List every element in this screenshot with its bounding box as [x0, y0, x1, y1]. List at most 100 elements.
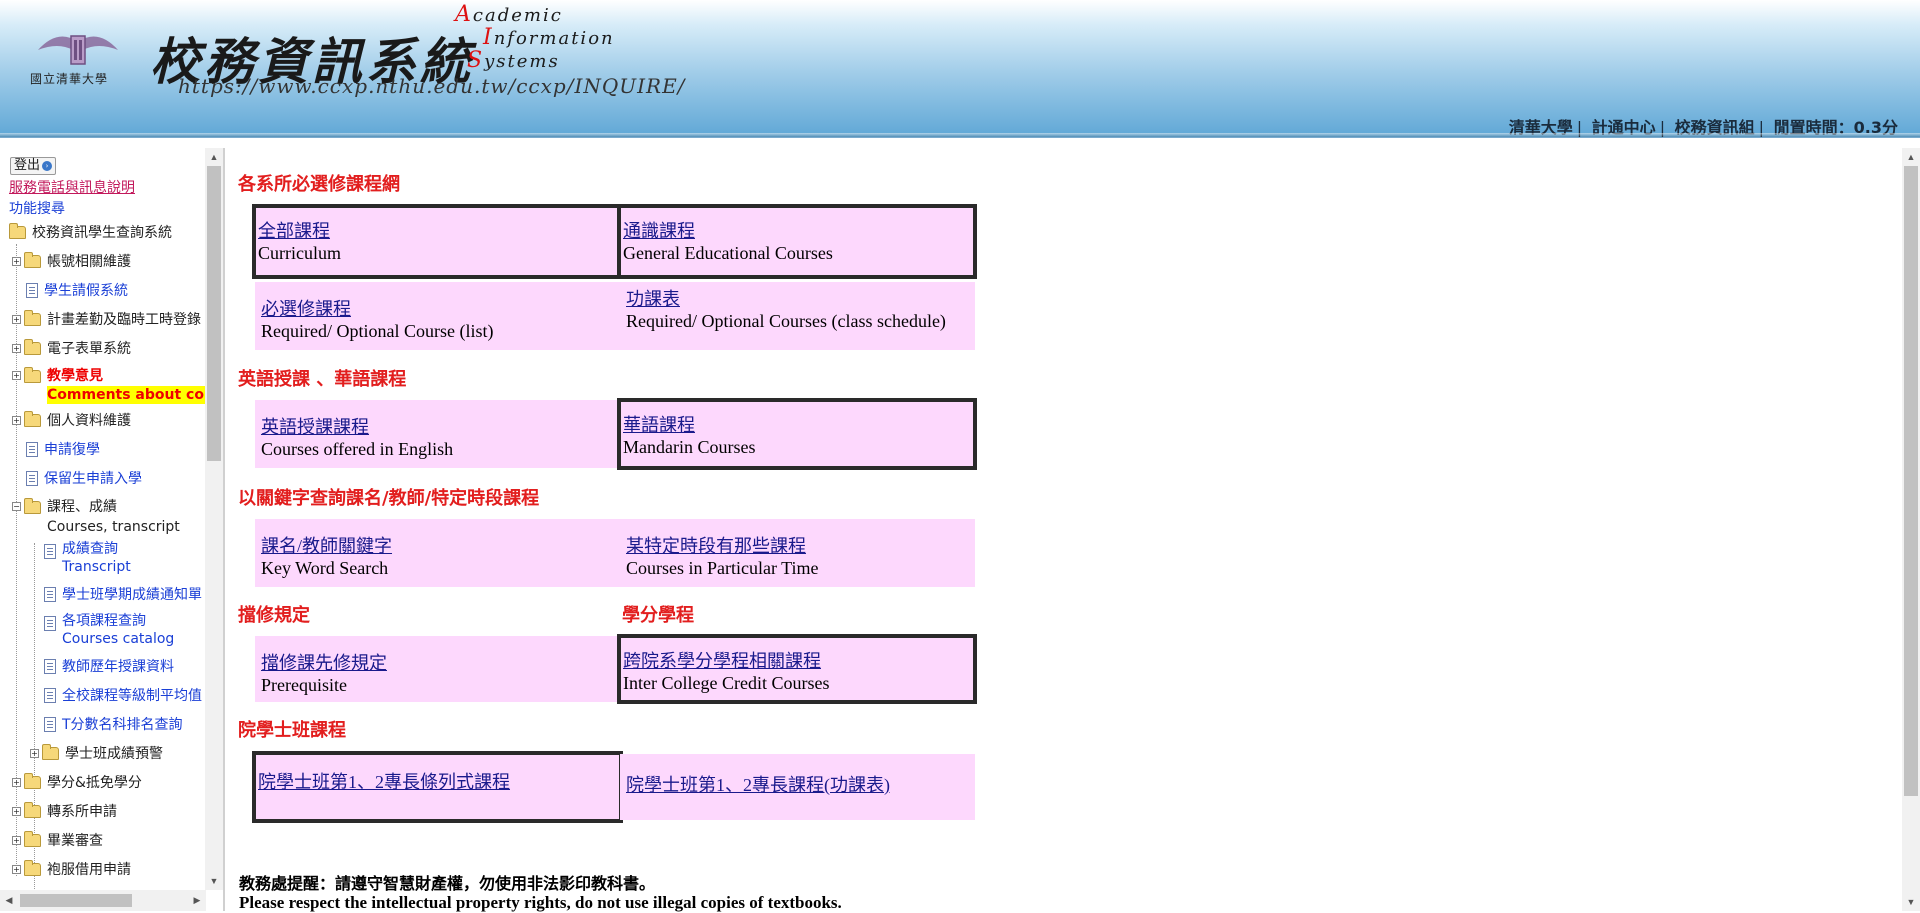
cell-keyword-search: 課名/教師關鍵字 Key Word Search	[255, 519, 620, 587]
sidebar-item-reinstatement[interactable]: 申請復學	[26, 439, 100, 459]
expand-icon[interactable]: +	[12, 256, 21, 266]
folder-open-icon	[9, 222, 26, 239]
cell-general-courses: 通識課程 General Educational Courses	[617, 204, 977, 279]
class-schedule-link[interactable]: 功課表	[626, 288, 971, 310]
logout-button[interactable]: 登出 ›	[10, 157, 57, 175]
link-nthu[interactable]: 清華大學	[1509, 118, 1573, 137]
folder-icon	[24, 410, 41, 427]
top-links: 清華大學 | 計通中心 | 校務資訊組 | 閒置時間：0.3分	[1508, 118, 1898, 137]
scroll-right-icon[interactable]: ▶	[188, 890, 206, 911]
sidebar-item-account[interactable]: + 帳號相關維護	[12, 251, 131, 271]
mandarin-courses-link[interactable]: 華語課程	[623, 414, 971, 436]
section-title-prerequisite: 擋修規定	[238, 605, 310, 626]
sidebar-item-gown[interactable]: + 袍服借用申請	[12, 859, 131, 879]
required-list-link[interactable]: 必選修課程	[261, 298, 616, 320]
collapse-icon[interactable]: −	[12, 502, 21, 511]
english-courses-link[interactable]: 英語授課課程	[261, 416, 616, 438]
sidebar-item-courses[interactable]: − 課程、成績 Courses, transcript	[12, 497, 180, 539]
folder-icon	[24, 859, 41, 876]
document-icon	[26, 282, 38, 298]
sidebar: 登出 › 服務電話與訊息說明 功能搜尋 校務資訊學生查詢系統 + 帳號相關維護 學…	[0, 148, 225, 911]
college-list-link[interactable]: 院學士班第1、2專長條列式課程	[258, 771, 617, 793]
scroll-thumb[interactable]	[20, 894, 132, 907]
sidebar-item-personal-info[interactable]: + 個人資料維護	[12, 410, 131, 430]
document-icon	[44, 716, 56, 732]
logo-caption: 國立清華大學	[30, 72, 109, 86]
scroll-thumb[interactable]	[207, 166, 221, 461]
function-search-link[interactable]: 功能搜尋	[9, 198, 65, 218]
folder-icon	[24, 251, 41, 268]
general-courses-link[interactable]: 通識課程	[623, 220, 971, 242]
main-vertical-scrollbar[interactable]: ▲ ▼	[1902, 148, 1920, 911]
sidebar-item-graduation[interactable]: + 畢業審查	[12, 830, 103, 850]
expand-icon[interactable]: +	[12, 777, 21, 787]
expand-icon[interactable]: +	[12, 314, 21, 324]
cell-inter-college: 跨院系學分學程相關課程 Inter College Credit Courses	[617, 634, 977, 704]
cell-prerequisite: 擋修課先修規定 Prerequisite	[255, 636, 620, 702]
sidebar-subitem-transcript[interactable]: 成績查詢 Transcript	[44, 540, 131, 580]
notice-copyright-cn: 教務處提醒：請遵守智慧財產權，勿使用非法影印教科書。	[239, 874, 656, 893]
link-info-division[interactable]: 校務資訊組	[1675, 118, 1755, 137]
sidebar-subitem-grade-notice[interactable]: 學士班學期成績通知單	[44, 584, 202, 604]
scroll-thumb[interactable]	[1904, 166, 1918, 796]
prerequisite-link[interactable]: 擋修課先修規定	[261, 652, 616, 674]
expand-icon[interactable]: +	[12, 371, 21, 380]
expand-icon[interactable]: +	[12, 835, 21, 845]
cell-class-schedule: 功課表 Required/ Optional Courses (class sc…	[620, 282, 975, 350]
section-title-required: 各系所必選修課程網	[238, 174, 400, 195]
service-info-link[interactable]: 服務電話與訊息說明	[9, 177, 135, 197]
cell-english-courses: 英語授課課程 Courses offered in English	[255, 400, 620, 468]
main-content: 各系所必選修課程網 全部課程 Curriculum 通識課程 General E…	[227, 148, 1920, 912]
section-title-college: 院學士班課程	[238, 720, 346, 741]
section-title-credit-program: 學分學程	[622, 605, 694, 626]
folder-icon	[24, 367, 41, 383]
sidebar-item-attendance[interactable]: + 計畫差勤及臨時工時登錄	[12, 309, 201, 329]
system-url: https://www.ccxp.nthu.edu.tw/ccxp/INQUIR…	[178, 74, 686, 98]
folder-icon	[24, 338, 41, 355]
sidebar-item-credits[interactable]: + 學分&抵免學分	[12, 772, 142, 792]
scroll-down-icon[interactable]: ▼	[1902, 893, 1920, 911]
scroll-down-icon[interactable]: ▼	[205, 872, 223, 890]
expand-icon[interactable]: +	[30, 748, 39, 758]
college-schedule-link[interactable]: 院學士班第1、2專長課程(功課表)	[626, 774, 971, 796]
document-icon	[26, 441, 38, 457]
cell-required-list: 必選修課程 Required/ Optional Course (list)	[255, 282, 620, 350]
expand-icon[interactable]: +	[12, 343, 21, 353]
scroll-left-icon[interactable]: ◀	[0, 890, 18, 911]
sidebar-item-transfer[interactable]: + 轉系所申請	[12, 801, 117, 821]
all-courses-link[interactable]: 全部課程	[258, 220, 617, 242]
inter-college-link[interactable]: 跨院系學分學程相關課程	[623, 650, 971, 672]
sidebar-subitem-course-catalog[interactable]: 各項課程查詢 Courses catalog	[44, 612, 174, 652]
keyword-search-link[interactable]: 課名/教師關鍵字	[261, 535, 616, 557]
expand-icon[interactable]: +	[12, 415, 21, 425]
particular-time-link[interactable]: 某特定時段有那些課程	[626, 535, 971, 557]
link-computer-center[interactable]: 計通中心	[1592, 118, 1656, 137]
sidebar-item-teaching-feedback[interactable]: + 教學意見 Comments about courses	[12, 366, 206, 410]
sidebar-horizontal-scrollbar[interactable]: ◀ ▶	[0, 890, 206, 911]
cell-mandarin-courses: 華語課程 Mandarin Courses	[617, 398, 977, 470]
sidebar-item-eforms[interactable]: + 電子表單系統	[12, 338, 131, 358]
expand-icon[interactable]: +	[12, 864, 21, 874]
cell-particular-time: 某特定時段有那些課程 Courses in Particular Time	[620, 519, 975, 587]
document-icon	[44, 616, 56, 631]
scroll-up-icon[interactable]: ▲	[205, 148, 223, 166]
cell-all-courses: 全部課程 Curriculum	[252, 204, 623, 279]
document-icon	[26, 470, 38, 486]
scroll-up-icon[interactable]: ▲	[1902, 148, 1920, 166]
document-icon	[44, 687, 56, 703]
document-icon	[44, 658, 56, 674]
section-title-english: 英語授課 、華語課程	[238, 369, 407, 390]
folder-icon	[24, 830, 41, 847]
cell-college-list: 院學士班第1、2專長條列式課程	[252, 751, 623, 823]
folder-icon	[24, 772, 41, 789]
sidebar-subitem-grade-average[interactable]: 全校課程等級制平均值	[44, 685, 202, 705]
section-title-keyword: 以關鍵字查詢課名/教師/特定時段課程	[238, 488, 540, 509]
tree-root: 校務資訊學生查詢系統	[32, 225, 172, 241]
expand-icon[interactable]: +	[12, 806, 21, 816]
sidebar-subitem-t-score[interactable]: T分數名科排名查詢	[44, 714, 183, 734]
sidebar-item-leave[interactable]: 學生請假系統	[26, 280, 128, 300]
sidebar-item-reserved-admission[interactable]: 保留生申請入學	[26, 468, 142, 488]
sidebar-subfolder-warning[interactable]: + 學士班成績預警	[30, 743, 163, 763]
sidebar-subitem-teacher-history[interactable]: 教師歷年授課資料	[44, 656, 174, 676]
sidebar-vertical-scrollbar[interactable]: ▲ ▼	[205, 148, 223, 890]
